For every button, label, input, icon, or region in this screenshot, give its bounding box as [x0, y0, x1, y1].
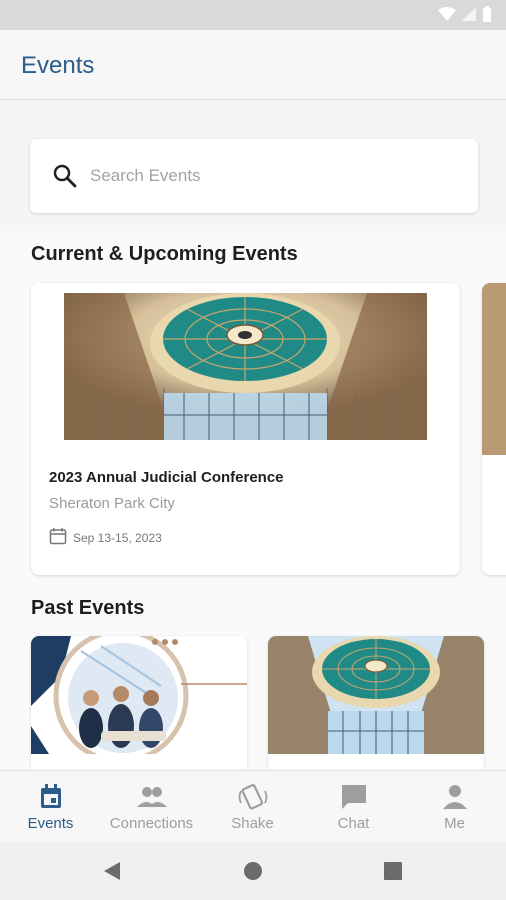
search-input[interactable] [90, 159, 460, 193]
tab-label: Me [444, 815, 465, 832]
person-icon [443, 785, 467, 809]
past-events-heading: Past Events [31, 597, 145, 619]
bottom-tab-bar: Events Connections Shake Chat Me [0, 770, 506, 842]
status-icons [438, 6, 492, 22]
chat-icon [342, 785, 366, 809]
tab-events[interactable]: Events [0, 771, 101, 843]
tab-label: Shake [231, 815, 274, 832]
event-image-next [482, 283, 506, 455]
back-icon[interactable] [102, 861, 122, 881]
tab-label: Connections [109, 815, 194, 832]
event-card[interactable]: 2023 Annual Judicial Conference Sheraton… [31, 283, 460, 575]
event-date: Sep 13-15, 2023 [73, 531, 162, 545]
status-bar [0, 0, 506, 30]
main-content[interactable]: Current & Upcoming Events [0, 101, 506, 769]
signal-icon [462, 7, 476, 21]
calendar-icon [49, 528, 67, 545]
search-icon [53, 164, 77, 188]
event-card-next[interactable] [482, 283, 506, 575]
past-event-image-dome [268, 636, 484, 754]
tab-me[interactable]: Me [404, 771, 505, 843]
tab-chat[interactable]: Chat [303, 771, 404, 843]
search-section [0, 101, 506, 231]
past-event-image-meeting [31, 636, 247, 764]
event-title: 2023 Annual Judicial Conference [49, 469, 284, 486]
wifi-icon [438, 7, 456, 21]
event-location: Sheraton Park City [49, 495, 175, 512]
home-icon[interactable] [244, 862, 262, 880]
app-bar: Events [0, 30, 506, 100]
tab-shake[interactable]: Shake [202, 771, 303, 843]
past-event-card[interactable] [268, 636, 484, 769]
event-image-dome [64, 293, 427, 440]
page-title: Events [21, 52, 95, 79]
recents-icon[interactable] [384, 862, 402, 880]
battery-icon [483, 6, 491, 22]
tab-connections[interactable]: Connections [101, 771, 202, 843]
calendar-icon [41, 784, 61, 808]
search-bar[interactable] [30, 139, 478, 213]
system-nav-bar [0, 842, 506, 900]
tab-label: Chat [337, 815, 370, 832]
people-icon [137, 787, 167, 807]
past-event-card[interactable] [31, 636, 247, 769]
tab-label: Events [27, 815, 74, 832]
current-events-heading: Current & Upcoming Events [31, 243, 298, 265]
shake-icon [238, 784, 268, 810]
